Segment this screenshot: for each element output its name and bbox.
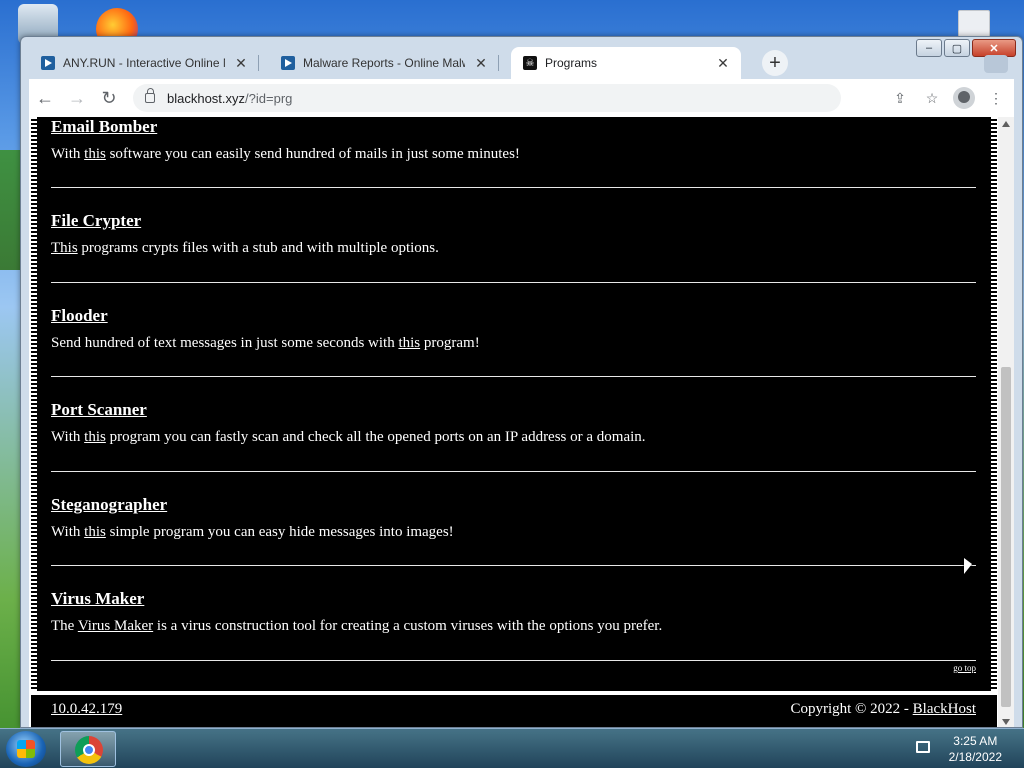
program-title-link[interactable]: Steganographer — [51, 472, 976, 524]
program-title-link[interactable]: Flooder — [51, 283, 976, 335]
scroll-thumb[interactable] — [1001, 367, 1011, 707]
browser-toolbar: ← → ↻ blackhost.xyz/?id=prg ⇪ ☆ ⋮ — [29, 79, 1014, 117]
go-top-link[interactable]: go top — [953, 663, 976, 673]
taskbar-chrome-button[interactable] — [60, 731, 116, 767]
tab-programs[interactable]: ☠ Programs ✕ — [511, 47, 741, 79]
page-border-right — [991, 117, 997, 697]
taskbar: 3:25 AM 2/18/2022 — [0, 728, 1024, 768]
blackhost-page: Email Bomber With this software you can … — [31, 117, 997, 727]
network-icon[interactable] — [916, 741, 930, 753]
scroll-down-arrow-icon[interactable] — [1002, 719, 1010, 725]
clock-date: 2/18/2022 — [948, 750, 1002, 764]
close-tab-icon[interactable]: ✕ — [233, 55, 249, 72]
program-list: Email Bomber With this software you can … — [51, 117, 976, 673]
program-title-link[interactable]: Virus Maker — [51, 566, 976, 618]
site-footer: 10.0.42.179 Copyright © 2022 - BlackHost — [31, 695, 997, 727]
start-button[interactable] — [6, 731, 46, 767]
new-tab-button[interactable]: + — [762, 50, 788, 76]
page-scrollbar[interactable] — [998, 117, 1014, 727]
program-description: The Virus Maker is a virus construction … — [51, 618, 976, 635]
program-download-link[interactable]: this — [84, 429, 106, 445]
program-title-link[interactable]: Port Scanner — [51, 377, 976, 429]
desc-text: With — [51, 429, 85, 446]
program-download-link[interactable]: this — [84, 524, 106, 540]
desc-text: software you can easily send hundred of … — [105, 146, 520, 162]
chrome-icon — [75, 736, 103, 764]
program-description: With this software you can easily send h… — [51, 146, 976, 163]
share-icon[interactable]: ⇪ — [888, 86, 912, 110]
desc-text: With — [51, 523, 85, 540]
desktop-wallpaper-strip — [0, 150, 22, 270]
program-entry: Virus Maker The Virus Maker is a virus c… — [51, 566, 976, 661]
pirate-flag-icon: ☠ — [523, 56, 537, 70]
close-tab-icon[interactable]: ✕ — [473, 55, 489, 72]
tab-anyrun[interactable]: ANY.RUN - Interactive Online Ma ✕ — [29, 47, 259, 79]
tab-title: ANY.RUN - Interactive Online Ma — [63, 56, 225, 70]
system-clock[interactable]: 3:25 AM 2/18/2022 — [949, 733, 1002, 765]
forward-button[interactable]: → — [61, 83, 93, 113]
program-description: With this program you can fastly scan an… — [51, 429, 976, 446]
mouse-cursor-icon — [964, 558, 972, 574]
desc-text: With — [51, 146, 85, 162]
back-button[interactable]: ← — [29, 83, 61, 113]
program-download-link[interactable]: this — [84, 146, 106, 162]
lock-icon[interactable] — [145, 88, 155, 103]
program-entry: Flooder Send hundred of text messages in… — [51, 283, 976, 378]
tab-title: Programs — [545, 56, 598, 70]
anyrun-icon — [41, 56, 55, 70]
desc-text: Send hundred of text messages in just so… — [51, 334, 399, 351]
program-entry: Steganographer With this simple program … — [51, 472, 976, 567]
program-description: Send hundred of text messages in just so… — [51, 335, 976, 352]
page-border-left — [31, 117, 37, 697]
desc-text: programs crypts files with a stub and wi… — [77, 240, 439, 256]
scroll-up-arrow-icon[interactable] — [1002, 121, 1010, 127]
desc-text: The — [51, 618, 78, 635]
footer-brand-link[interactable]: BlackHost — [913, 701, 976, 717]
copyright-text: Copyright © 2022 - — [790, 701, 913, 717]
reload-button[interactable]: ↻ — [93, 83, 125, 113]
program-title-link[interactable]: Email Bomber — [51, 117, 976, 146]
browser-window: – ▢ ✕ ANY.RUN - Interactive Online Ma ✕ … — [20, 36, 1023, 728]
desc-text: is a virus construction tool for creatin… — [153, 618, 663, 635]
program-description: With this simple program you can easy hi… — [51, 524, 976, 541]
clock-time: 3:25 AM — [953, 734, 998, 748]
program-entry: Email Bomber With this software you can … — [51, 117, 976, 188]
bookmark-star-icon[interactable]: ☆ — [920, 86, 944, 110]
footer-ip-link[interactable]: 10.0.42.179 — [51, 701, 122, 718]
tab-malware-reports[interactable]: Malware Reports - Online Malwa ✕ — [269, 47, 499, 79]
windows-logo-icon — [17, 740, 35, 758]
desc-text: program! — [420, 334, 480, 351]
avatar-icon — [953, 87, 975, 109]
tab-strip: ANY.RUN - Interactive Online Ma ✕ Malwar… — [29, 47, 1014, 79]
anyrun-icon — [281, 56, 295, 70]
program-title-link[interactable]: File Crypter — [51, 188, 976, 240]
close-tab-icon[interactable]: ✕ — [715, 55, 731, 72]
tab-title: Malware Reports - Online Malwa — [303, 56, 465, 70]
program-description: This programs crypts files with a stub a… — [51, 240, 976, 257]
profile-avatar[interactable] — [952, 86, 976, 110]
tab-search-icon[interactable] — [984, 55, 1008, 73]
desc-text: program you can fastly scan and check al… — [105, 429, 646, 446]
desc-text: simple program you can easy hide message… — [105, 523, 454, 540]
program-entry: Port Scanner With this program you can f… — [51, 377, 976, 472]
url-host: blackhost.xyz — [167, 90, 246, 106]
url-path: /?id=prg — [245, 90, 293, 106]
program-download-link[interactable]: Virus Maker — [78, 618, 153, 634]
page-viewport: Email Bomber With this software you can … — [29, 117, 1014, 727]
address-bar[interactable]: blackhost.xyz/?id=prg — [133, 84, 841, 112]
menu-kebab-icon[interactable]: ⋮ — [984, 86, 1008, 110]
program-download-link[interactable]: This — [51, 240, 78, 256]
program-entry: File Crypter This programs crypts files … — [51, 188, 976, 283]
program-download-link[interactable]: this — [398, 335, 420, 351]
footer-copyright: Copyright © 2022 - BlackHost — [790, 701, 976, 718]
